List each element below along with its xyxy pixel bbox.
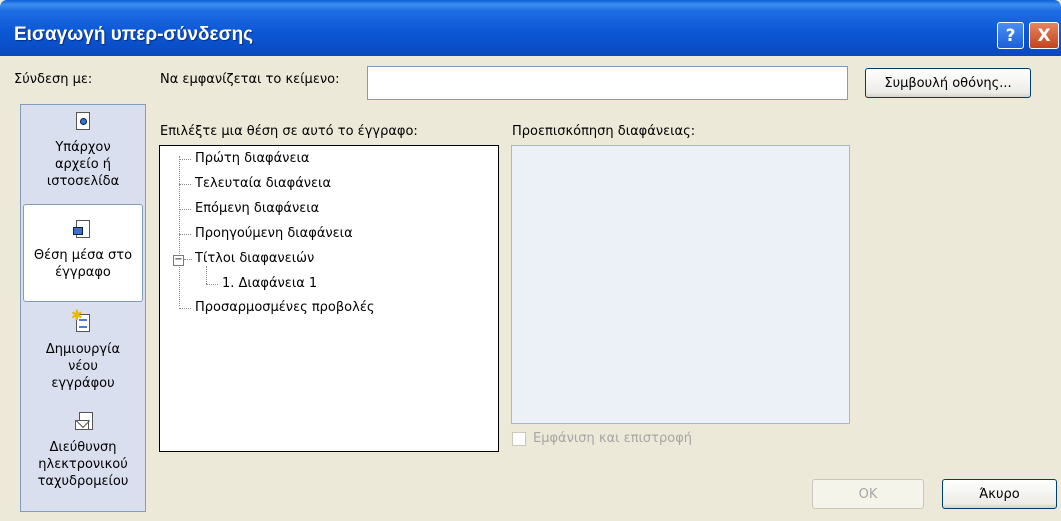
display-text-label: Να εμφανίζεται το κείμενο: (160, 72, 340, 87)
place-in-document-icon (73, 219, 93, 241)
new-document-icon: ✱ (71, 309, 93, 335)
link-to-label: Σύνδεση με: (14, 72, 93, 87)
help-button[interactable]: ? (997, 22, 1024, 49)
tree-item-custom-shows[interactable]: Προσαρμοσμένες προβολές (195, 300, 375, 315)
display-text-input[interactable] (367, 66, 848, 100)
insert-hyperlink-dialog: Εισαγωγή υπερ-σύνδεσης ? X Σύνδεση με: Ν… (0, 0, 1061, 521)
email-address-icon (73, 411, 93, 433)
dialog-title: Εισαγωγή υπερ-σύνδεσης (14, 24, 254, 45)
link-existing-file-label: Υπάρχον αρχείο ή ιστοσελίδα (46, 140, 120, 189)
collapse-toggle-icon[interactable]: − (173, 255, 184, 266)
select-place-label: Επιλέξτε μια θέση σε αυτό το έγγραφο: (160, 124, 418, 139)
link-new-document-label: Δημιουργία νέου εγγράφου (45, 342, 121, 391)
tree-item-previous-slide[interactable]: Προηγούμενη διαφάνεια (195, 226, 353, 241)
tree-item-slide-titles[interactable]: Τίτλοι διαφανειών (195, 251, 314, 266)
tree-item-last-slide[interactable]: Τελευταία διαφάνεια (195, 176, 331, 191)
slide-preview-area (511, 145, 850, 424)
cancel-button[interactable]: Άκυρο (942, 479, 1057, 509)
link-place-in-document-label: Θέση μέσα στο έγγραφο (33, 248, 133, 280)
slide-preview-label: Προεπισκόπηση διαφάνειας: (512, 124, 696, 139)
show-and-return-checkbox[interactable] (512, 431, 526, 446)
tree-item-next-slide[interactable]: Επόμενη διαφάνεια (195, 201, 319, 216)
screentip-button[interactable]: Συμβουλή οθόνης... (865, 68, 1031, 98)
show-and-return-label: Εμφάνιση και επιστροφή (533, 431, 693, 446)
tree-item-slide-1[interactable]: 1. Διαφάνεια 1 (222, 276, 317, 291)
ok-button[interactable]: OK (812, 479, 924, 509)
tree-item-first-slide[interactable]: Πρώτη διαφάνεια (195, 151, 309, 166)
document-places-tree[interactable]: Πρώτη διαφάνεια Τελευταία διαφάνεια Επόμ… (159, 145, 499, 452)
close-icon: X (1037, 25, 1051, 46)
existing-file-icon (73, 111, 93, 133)
close-button[interactable]: X (1029, 22, 1059, 49)
link-to-panel: Υπάρχον αρχείο ή ιστοσελίδα Θέση μέσα στ… (20, 104, 146, 512)
link-email-address[interactable]: Διεύθυνση ηλεκτρονικού ταχυδρομείου (21, 411, 145, 507)
link-existing-file[interactable]: Υπάρχον αρχείο ή ιστοσελίδα (21, 111, 145, 203)
title-bar[interactable]: Εισαγωγή υπερ-σύνδεσης ? X (0, 0, 1061, 56)
help-icon: ? (1005, 25, 1016, 46)
link-place-in-document[interactable]: Θέση μέσα στο έγγραφο (23, 204, 143, 302)
show-and-return-option: Εμφάνιση και επιστροφή (512, 431, 692, 446)
link-email-address-label: Διεύθυνση ηλεκτρονικού ταχυδρομείου (37, 440, 129, 489)
link-new-document[interactable]: ✱ Δημιουργία νέου εγγράφου (21, 309, 145, 409)
